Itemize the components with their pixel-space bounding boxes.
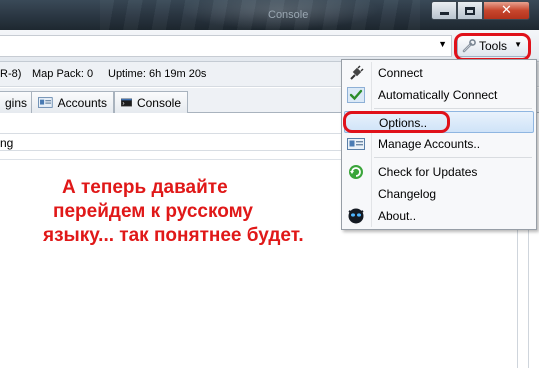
menu-item-label: About.. [378,209,417,223]
plug-icon [350,65,364,80]
tab-label: Accounts [57,95,107,110]
chevron-down-icon[interactable]: ▼ [438,39,447,49]
minimize-icon [439,12,449,15]
annotation-line: перейдем к русскому [53,201,253,222]
menu-item-manage-accounts[interactable]: Manage Accounts.. [344,133,534,155]
wrench-icon [462,39,476,53]
tab-label: Console [136,95,181,110]
status-map-pack: Map Pack: 0 [32,68,94,80]
accounts-card-icon [347,138,365,150]
tab-console[interactable]: Console [114,91,188,113]
status-version-fragment: R-8) [0,68,22,80]
tools-menu-button[interactable]: Tools ▼ [457,35,529,57]
maximize-icon [465,6,475,15]
menu-separator [374,108,532,109]
update-icon [349,165,363,179]
column-header-label: ng [0,136,14,150]
accounts-icon [38,97,53,108]
tools-button-label: Tools [479,39,508,53]
annotation-line: языку... так понятнее будет. [43,225,304,246]
tab-accounts[interactable]: Accounts [31,91,114,113]
toolbar: ▼ Tools ▼ [0,30,539,62]
window-title: Console [268,9,309,21]
tools-dropdown-menu: Connect Automatically Connect Options.. … [341,59,537,230]
menu-item-label: Connect [378,66,423,80]
menu-item-check-for-updates[interactable]: Check for Updates [344,161,534,183]
menu-item-label: Changelog [378,187,437,201]
window-titlebar: Console ✕ [0,0,539,30]
status-uptime: Uptime: 6h 19m 20s [108,68,207,80]
tools-caret-icon: ▼ [514,40,522,49]
menu-item-label: Options.. [379,116,428,130]
close-button[interactable]: ✕ [483,1,530,20]
menu-item-automatically-connect[interactable]: Automatically Connect [344,84,534,106]
minimize-button[interactable] [431,1,457,20]
close-icon: ✕ [501,3,512,18]
maximize-button[interactable] [457,1,483,20]
menu-separator [374,157,532,158]
menu-item-about[interactable]: About.. [344,205,534,227]
annotation-line: А теперь давайте [62,177,228,198]
menu-item-connect[interactable]: Connect [344,62,534,84]
checkmark-icon [347,87,365,103]
tab-label: gins [4,95,27,110]
console-icon [121,98,132,107]
menu-item-options[interactable]: Options.. [344,111,534,133]
tab-plugins[interactable]: gins [0,91,32,113]
menu-item-label: Automatically Connect [378,88,498,102]
menu-item-label: Manage Accounts.. [378,137,481,151]
menu-item-changelog[interactable]: Changelog [344,183,534,205]
app-logo-icon [348,208,364,224]
server-select-dropdown[interactable]: ▼ [0,35,452,57]
menu-item-label: Check for Updates [378,165,478,179]
